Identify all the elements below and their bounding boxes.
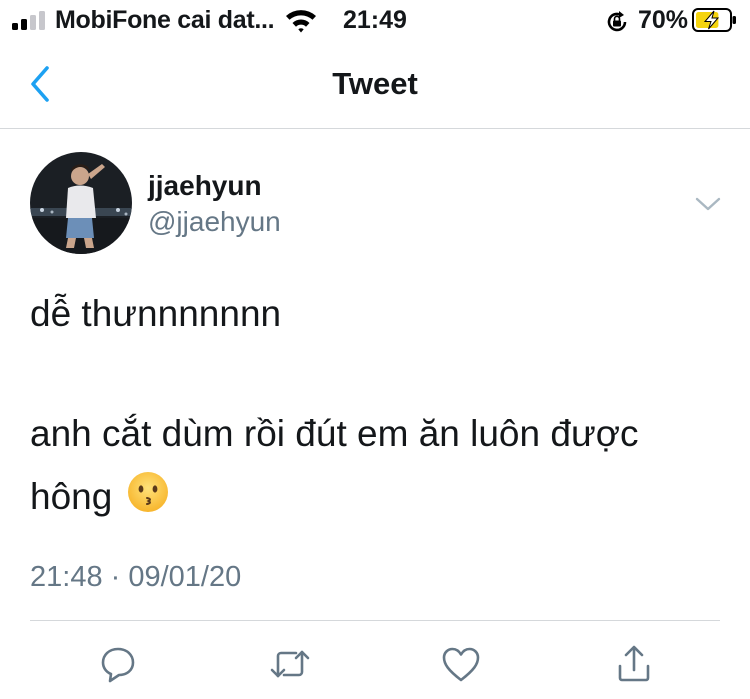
tweet-text-line-1: dễ thưnnnnnnn	[30, 293, 282, 334]
wifi-icon	[284, 7, 318, 38]
nav-bar: Tweet	[0, 40, 750, 129]
tweet-text-line-3: hông	[30, 470, 170, 524]
share-icon	[618, 645, 650, 682]
carrier-name: MobiFone cai dat...	[55, 6, 275, 34]
chevron-down-icon	[695, 197, 721, 211]
orientation-lock-icon	[604, 9, 630, 40]
battery-charging-icon	[692, 7, 738, 38]
clock: 21:49	[343, 6, 407, 34]
more-options-button[interactable]	[690, 186, 726, 222]
page-title: Tweet	[332, 66, 418, 101]
like-button[interactable]	[437, 640, 485, 688]
retweet-icon	[270, 650, 310, 678]
kissing-face-emoji	[126, 470, 170, 524]
cellular-signal-icon	[12, 11, 45, 30]
tweet-actions	[0, 640, 750, 690]
retweet-button[interactable]	[266, 640, 314, 688]
author-handle[interactable]: @jjaehyun	[148, 206, 281, 238]
author-display-name[interactable]: jjaehyun	[148, 170, 262, 202]
reply-icon	[101, 647, 135, 683]
tweet-text-line-3-text: hông	[30, 476, 113, 517]
share-button[interactable]	[610, 640, 658, 688]
avatar[interactable]	[30, 152, 132, 254]
tweet-timestamp: 21:48 · 09/01/20	[30, 561, 242, 593]
reply-button[interactable]	[94, 640, 142, 688]
divider	[30, 620, 720, 621]
battery-percentage: 70%	[638, 6, 689, 34]
status-bar: MobiFone cai dat... 21:49 70%	[0, 0, 750, 40]
tweet-text-line-2: anh cắt dùm rồi đút em ăn luôn được	[30, 413, 639, 454]
like-icon	[442, 647, 480, 682]
